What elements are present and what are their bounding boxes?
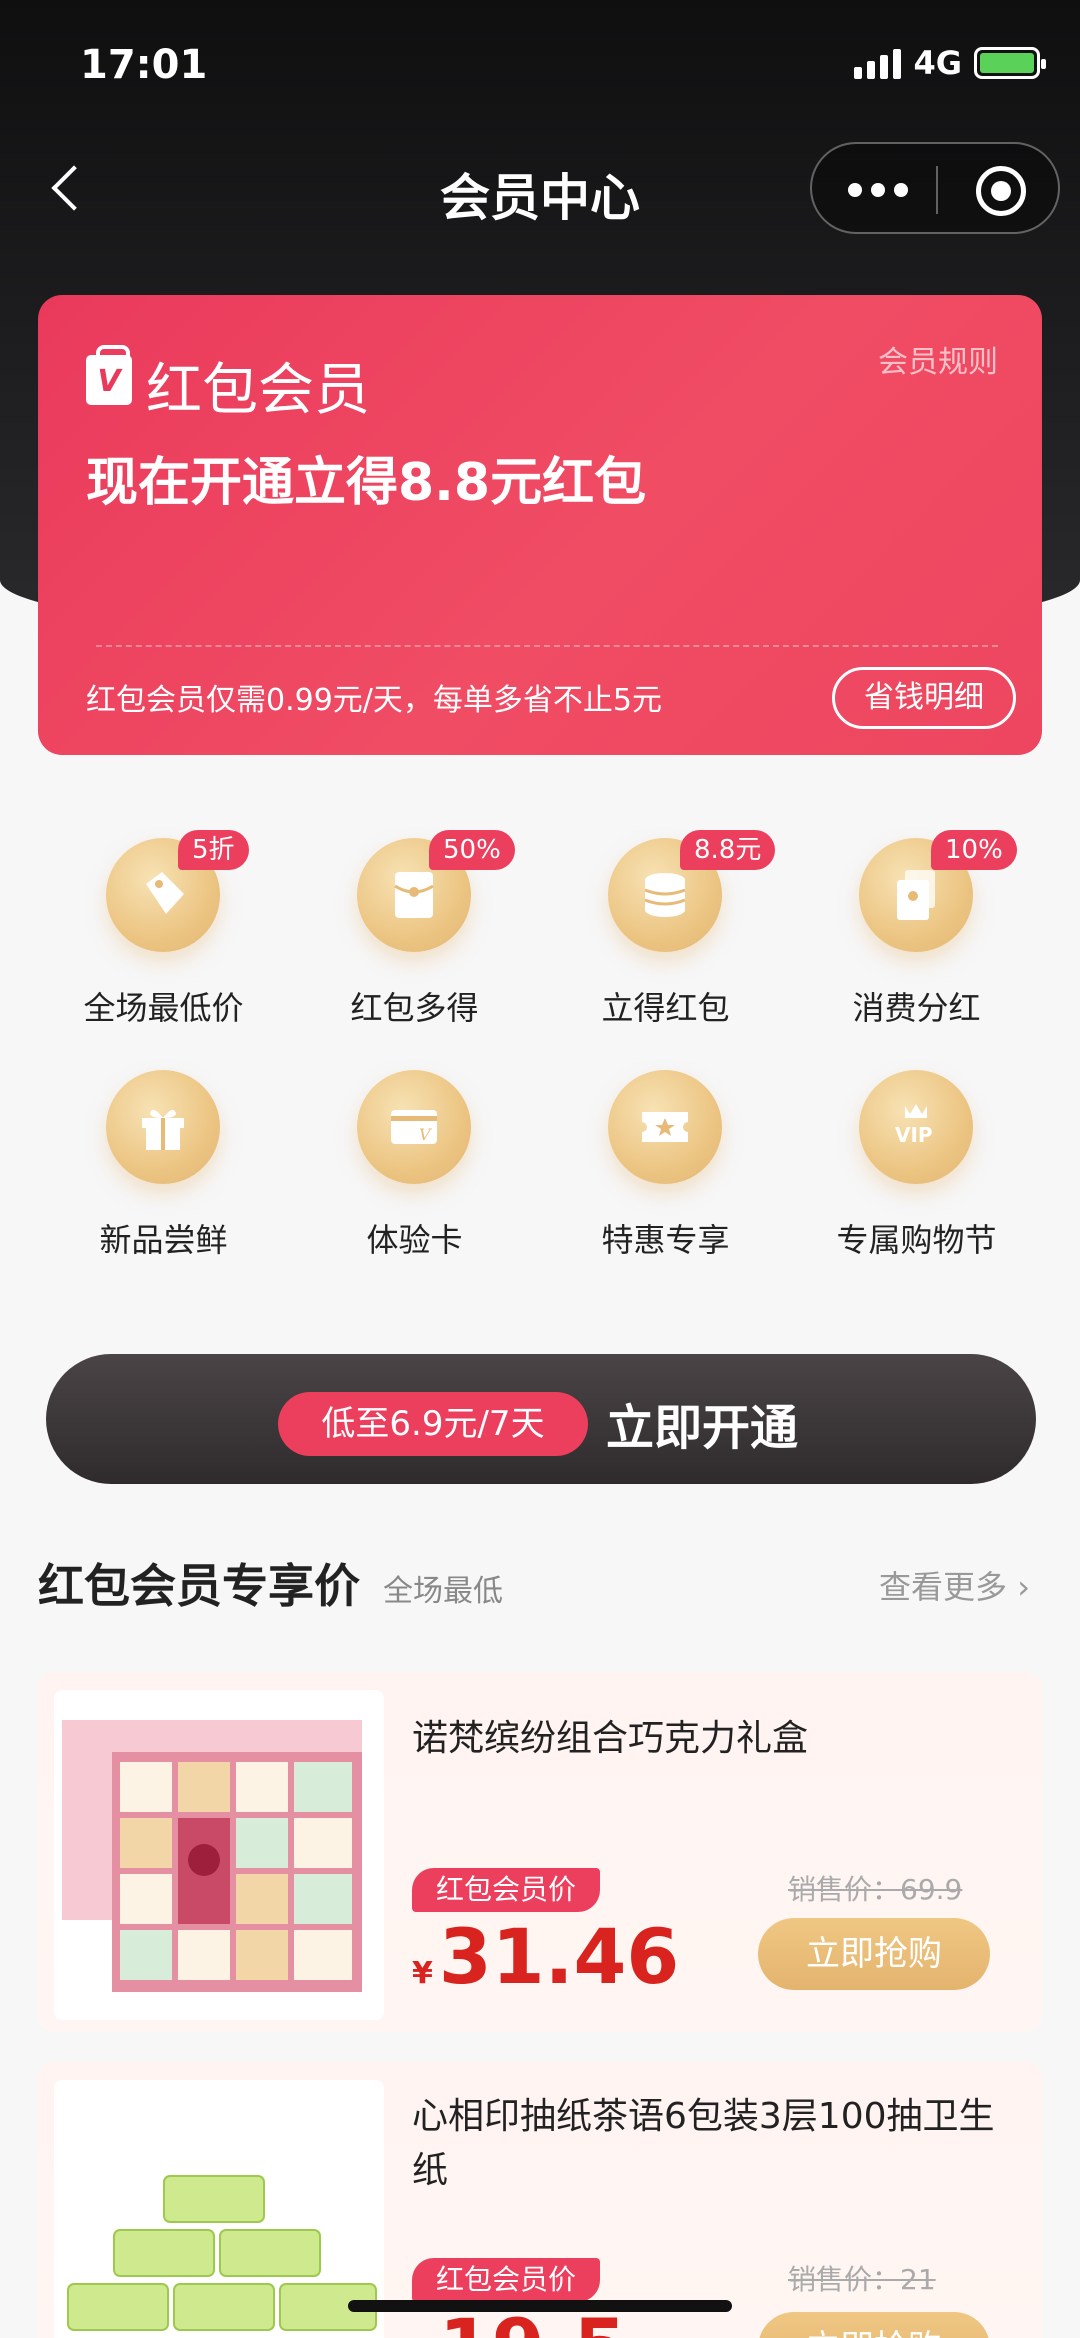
card-divider bbox=[96, 645, 998, 647]
battery-icon bbox=[974, 47, 1046, 79]
member-card: 会员规则 V 红包会员 现在开通立得8.8元红包 红包会员仅需0.99元/天，每… bbox=[38, 295, 1042, 755]
benefit-lowest-price[interactable]: 5折 全场最低价 bbox=[38, 790, 289, 1027]
status-bar: 17:01 4G bbox=[0, 0, 1080, 130]
member-v-icon: V bbox=[86, 345, 132, 405]
benefit-label: 体验卡 bbox=[366, 1221, 463, 1259]
miniprogram-capsule bbox=[810, 142, 1060, 234]
benefit-new-products[interactable]: 新品尝鲜 bbox=[38, 1022, 289, 1259]
benefit-badge: 8.8元 bbox=[680, 830, 776, 870]
benefit-shopping-festival[interactable]: VIP 专属购物节 bbox=[791, 1022, 1042, 1259]
savings-detail-button[interactable]: 省钱明细 bbox=[832, 667, 1016, 729]
status-indicators: 4G bbox=[854, 44, 1046, 82]
section-subtitle: 全场最低 bbox=[383, 1574, 503, 1609]
buy-now-button[interactable]: 立即抢购 bbox=[758, 1918, 990, 1990]
ticket-icon bbox=[608, 1070, 722, 1184]
product-name: 心相印抽纸茶语6包装3层100抽卫生纸 bbox=[412, 2096, 995, 2191]
vip-crown-icon: VIP bbox=[859, 1070, 973, 1184]
home-indicator bbox=[348, 2300, 732, 2312]
product-card[interactable]: 诺梵缤纷组合巧克力礼盒 红包会员价 销售价：69.9 ¥31.46 立即抢购 bbox=[38, 1672, 1042, 2032]
view-more-link[interactable]: 查看更多 › bbox=[879, 1562, 1030, 1608]
close-target-icon[interactable] bbox=[976, 166, 1026, 216]
member-price-tag: 红包会员价 bbox=[412, 1868, 600, 1912]
section-title: 红包会员专享价 bbox=[38, 1559, 360, 1613]
card-description: 红包会员仅需0.99元/天，每单多省不止5元 bbox=[86, 683, 662, 718]
card-subtitle: 现在开通立得8.8元红包 bbox=[86, 453, 647, 513]
member-price: ¥31.46 bbox=[412, 1912, 679, 2001]
benefit-badge: 10% bbox=[931, 830, 1017, 870]
gift-icon bbox=[106, 1070, 220, 1184]
benefit-trial-card[interactable]: V 体验卡 bbox=[289, 1022, 540, 1259]
nav-bar: 会员中心 bbox=[0, 130, 1080, 250]
capsule-divider bbox=[936, 166, 938, 214]
benefit-label: 新品尝鲜 bbox=[99, 1221, 228, 1259]
product-card[interactable]: 心相印抽纸茶语6包装3层100抽卫生纸 红包会员价 销售价：21 ¥19.5 立… bbox=[38, 2062, 1042, 2338]
status-time: 17:01 bbox=[80, 42, 208, 88]
member-rules-link[interactable]: 会员规则 bbox=[878, 337, 998, 381]
cta-label: 立即开通 bbox=[606, 1400, 799, 1456]
currency-symbol: ¥ bbox=[412, 1956, 433, 1991]
benefit-cashback[interactable]: 10% 消费分红 bbox=[791, 790, 1042, 1027]
svg-text:VIP: VIP bbox=[895, 1123, 933, 1147]
member-price-tag: 红包会员价 bbox=[412, 2258, 600, 2302]
product-image bbox=[54, 1690, 384, 2020]
card-title: 红包会员 bbox=[146, 358, 370, 423]
network-type: 4G bbox=[913, 44, 962, 82]
benefit-badge: 5折 bbox=[178, 830, 249, 870]
product-image bbox=[54, 2080, 384, 2338]
product-name: 诺梵缤纷组合巧克力礼盒 bbox=[412, 1718, 809, 1759]
view-more-label: 查看更多 bbox=[879, 1568, 1008, 1606]
benefit-label: 专属购物节 bbox=[836, 1221, 997, 1259]
signal-icon bbox=[854, 47, 902, 79]
open-membership-button[interactable]: 低至6.9元/7天 立即开通 bbox=[46, 1354, 1036, 1484]
benefit-instant-packet[interactable]: 8.8元 立得红包 bbox=[540, 790, 791, 1027]
card-icon: V bbox=[357, 1070, 471, 1184]
benefit-label: 特惠专享 bbox=[601, 1221, 730, 1259]
price-tag: 低至6.9元/7天 bbox=[278, 1392, 588, 1456]
original-price: 销售价：69.9 bbox=[788, 1873, 963, 1906]
benefits-grid: 5折 全场最低价 50% 红包多得 8.8元 立得红包 10% 消费分红 新品尝… bbox=[38, 790, 1042, 1270]
more-icon[interactable] bbox=[848, 172, 918, 208]
svg-text:V: V bbox=[419, 1125, 432, 1144]
buy-now-button[interactable]: 立即抢购 bbox=[758, 2312, 990, 2338]
benefit-badge: 50% bbox=[429, 830, 515, 870]
chevron-right-icon: › bbox=[1017, 1568, 1030, 1606]
benefit-special-deals[interactable]: 特惠专享 bbox=[540, 1022, 791, 1259]
price-value: 31.46 bbox=[438, 1912, 680, 2001]
benefit-more-packets[interactable]: 50% 红包多得 bbox=[289, 790, 540, 1027]
original-price: 销售价：21 bbox=[788, 2263, 936, 2296]
